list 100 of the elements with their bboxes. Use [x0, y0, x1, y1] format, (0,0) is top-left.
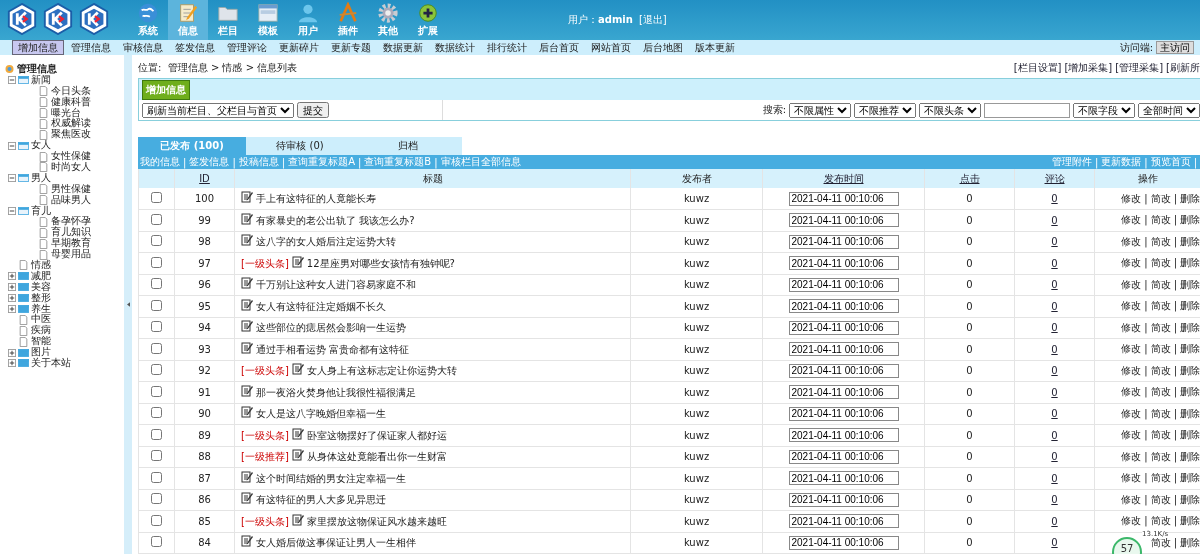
action-link[interactable]: 简改 [1150, 214, 1171, 226]
row-checkbox[interactable] [151, 235, 162, 247]
comments-link[interactable]: 0 [1051, 386, 1058, 398]
title-link[interactable]: 这八字的女人婚后注定运势大转 [256, 236, 396, 248]
action-link[interactable]: 简改 [1150, 450, 1171, 462]
title-link[interactable]: 那一夜浴火焚身他让我很性福很满足 [256, 386, 416, 398]
tree-item[interactable]: 关于本站 [31, 358, 71, 369]
time-field[interactable]: 2021-04-11 00:10:06 [788, 428, 899, 443]
edit-icon[interactable] [291, 449, 304, 462]
menu-item[interactable]: 增加信息 [12, 40, 64, 55]
title-link[interactable]: 有这特征的男人大多见异思迁 [256, 494, 386, 506]
comments-link[interactable]: 0 [1051, 537, 1058, 549]
comments-link[interactable]: 0 [1051, 214, 1058, 226]
time-field[interactable]: 2021-04-11 00:10:06 [788, 535, 899, 550]
tree-item[interactable]: 女性保健 [51, 151, 91, 163]
action-link[interactable]: 删除 [1180, 407, 1200, 419]
row-checkbox[interactable] [151, 278, 162, 290]
top-link[interactable]: [增加采集] [1064, 61, 1113, 75]
menu-item[interactable]: 数据统计 [430, 41, 480, 54]
comments-link[interactable]: 0 [1051, 322, 1058, 334]
time-field[interactable]: 2021-04-11 00:10:06 [788, 342, 899, 357]
tree-item[interactable]: 健康科普 [51, 96, 91, 108]
client-button[interactable]: 主访问 [1156, 41, 1194, 54]
menu-item[interactable]: 管理评论 [222, 41, 272, 54]
edit-icon[interactable] [241, 406, 253, 419]
comments-link[interactable]: 0 [1051, 429, 1058, 441]
tree-item[interactable]: 减肥 [31, 270, 51, 282]
menu-item[interactable]: 更新专题 [326, 41, 376, 54]
tree-item[interactable]: 养生 [31, 303, 51, 315]
collapse-icon[interactable] [8, 174, 16, 183]
time-field[interactable]: 2021-04-11 00:10:06 [788, 213, 899, 228]
action-link[interactable]: 简改 [1150, 364, 1171, 376]
title-link[interactable]: 12星座男对哪些女孩情有独钟呢? [306, 257, 455, 269]
time-field[interactable]: 2021-04-11 00:10:06 [788, 320, 899, 335]
tree-item[interactable]: 曝光台 [51, 107, 81, 119]
time-field[interactable]: 2021-04-11 00:10:06 [788, 299, 899, 314]
action-link[interactable]: 删除 [1180, 493, 1200, 505]
row-checkbox[interactable] [151, 299, 162, 311]
action-link[interactable]: 修改 [1121, 214, 1142, 226]
sort-link[interactable]: 点击 [959, 172, 980, 184]
filter-select[interactable]: 不限推荐 [854, 102, 916, 118]
edit-icon[interactable] [241, 470, 253, 483]
time-field[interactable]: 2021-04-11 00:10:06 [788, 406, 899, 421]
time-field[interactable]: 2021-04-11 00:10:06 [788, 256, 899, 271]
row-checkbox[interactable] [151, 493, 162, 505]
time-field[interactable]: 2021-04-11 00:10:06 [788, 514, 899, 529]
row-checkbox[interactable] [151, 514, 162, 526]
action-link[interactable]: 删除 [1180, 257, 1200, 269]
tree-item[interactable]: 情感 [31, 260, 51, 271]
row-checkbox[interactable] [151, 428, 162, 440]
edit-icon[interactable] [241, 535, 253, 548]
tree-item[interactable]: 时尚女人 [51, 162, 91, 173]
action-link[interactable]: 简改 [1150, 429, 1171, 441]
comments-link[interactable]: 0 [1051, 451, 1058, 463]
filter-select[interactable]: 不限头条 [919, 102, 981, 118]
edit-icon[interactable] [291, 427, 304, 440]
tree-item[interactable]: 育儿 [31, 205, 51, 217]
title-link[interactable]: 女人有这特征注定婚姻不长久 [256, 300, 386, 312]
edit-icon[interactable] [241, 212, 253, 225]
row-checkbox[interactable] [151, 213, 162, 225]
title-link[interactable]: 家里摆放这物保证风水越来越旺 [306, 515, 447, 527]
action-link[interactable]: 简改 [1150, 192, 1171, 204]
row-checkbox[interactable] [151, 321, 162, 333]
title-link[interactable]: 从身体这处竟能看出你一生财富 [306, 451, 447, 463]
action-link[interactable]: 修改 [1121, 450, 1142, 462]
edit-icon[interactable] [241, 191, 253, 203]
menu-item[interactable]: 签发信息 [170, 41, 220, 54]
comments-link[interactable]: 0 [1051, 365, 1058, 377]
tree-item[interactable]: 早期教育 [51, 238, 91, 250]
top-link[interactable]: [栏目设置] [1013, 61, 1062, 75]
title-link[interactable]: 女人是这八字晚婚但幸福一生 [256, 408, 386, 420]
sort-link[interactable]: 发布时间 [823, 172, 864, 184]
action-link[interactable]: 简改 [1150, 407, 1171, 419]
action-link[interactable]: 修改 [1121, 429, 1142, 441]
tree-item[interactable]: 新闻 [31, 74, 51, 86]
edit-icon[interactable] [241, 341, 253, 354]
comments-link[interactable]: 0 [1051, 515, 1058, 527]
menu-item[interactable]: 管理信息 [66, 41, 116, 54]
action-link[interactable]: 修改 [1121, 235, 1142, 247]
title-link[interactable]: 有家暴史的老公出轨了 我该怎么办? [256, 214, 415, 226]
action-link[interactable]: 修改 [1121, 364, 1142, 376]
time-field[interactable]: 2021-04-11 00:10:06 [788, 277, 899, 292]
time-field[interactable]: 2021-04-11 00:10:06 [788, 471, 899, 486]
tree-item[interactable]: 女人 [31, 140, 51, 152]
row-checkbox[interactable] [151, 471, 162, 483]
action-link[interactable]: 修改 [1121, 257, 1142, 269]
row-checkbox[interactable] [151, 385, 162, 397]
menu-item[interactable]: 数据更新 [378, 41, 428, 54]
action-link[interactable]: 删除 [1180, 214, 1200, 226]
comments-link[interactable]: 0 [1051, 279, 1058, 291]
title-link[interactable]: 千万别让这种女人进门容易家庭不和 [256, 279, 416, 291]
action-link[interactable]: 简改 [1150, 515, 1171, 527]
tree-item[interactable]: 品味男人 [51, 194, 91, 206]
expand-icon[interactable] [8, 283, 16, 292]
action-link[interactable]: 删除 [1180, 235, 1200, 247]
edit-icon[interactable] [241, 320, 253, 333]
tree-item[interactable]: 母婴用品 [51, 249, 91, 261]
edit-icon[interactable] [241, 492, 253, 505]
action-link[interactable]: 修改 [1121, 300, 1142, 312]
filter-select[interactable]: 不限属性 [789, 102, 851, 118]
